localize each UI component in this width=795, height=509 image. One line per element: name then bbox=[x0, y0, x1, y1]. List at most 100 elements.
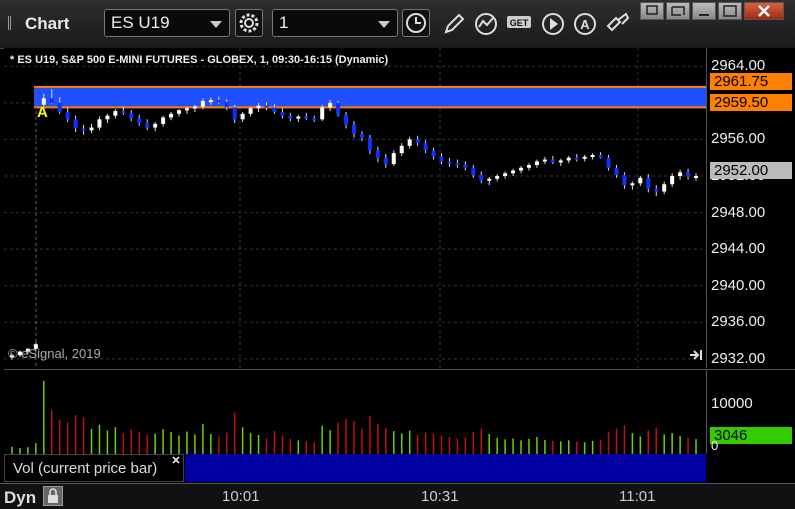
chart-title: * ES U19, S&P 500 E-MINI FUTURES - GLOBE… bbox=[10, 54, 389, 66]
candle-body bbox=[511, 170, 516, 174]
candle-body bbox=[423, 143, 428, 151]
candle-body bbox=[280, 112, 285, 116]
candle-body bbox=[598, 154, 603, 158]
candle-body bbox=[137, 118, 142, 123]
interval-value: 1 bbox=[279, 13, 289, 32]
chevron-down-icon[interactable] bbox=[210, 21, 222, 28]
candle-body bbox=[121, 111, 126, 114]
candle-body bbox=[431, 150, 436, 157]
candle-body bbox=[638, 177, 643, 184]
volume-axis[interactable]: 10000 3046 0 bbox=[706, 369, 795, 454]
candle-body bbox=[359, 133, 364, 138]
candle-body bbox=[686, 172, 691, 177]
candle-body bbox=[542, 159, 547, 162]
candle-body bbox=[447, 161, 452, 164]
drag-handle-icon[interactable] bbox=[8, 16, 21, 30]
volume-legend[interactable]: Vol (current price bar) bbox=[4, 454, 184, 482]
candle-body bbox=[606, 157, 611, 168]
candle-body bbox=[89, 127, 94, 131]
close-icon[interactable] bbox=[171, 455, 181, 465]
window-title-label: Chart bbox=[25, 14, 70, 33]
restore-button[interactable] bbox=[666, 2, 690, 20]
legend-panel bbox=[185, 454, 706, 482]
candle-body bbox=[248, 108, 253, 114]
time-button[interactable] bbox=[402, 9, 430, 37]
last-price-tag: 2952.00 bbox=[710, 162, 792, 179]
candle-body bbox=[240, 113, 245, 120]
candle-body bbox=[256, 105, 261, 109]
candle-body bbox=[232, 107, 237, 120]
settings-button[interactable] bbox=[235, 9, 263, 37]
candle-body bbox=[399, 145, 404, 154]
candle-body bbox=[646, 177, 651, 189]
candle-body bbox=[320, 107, 325, 120]
chevron-down-icon[interactable] bbox=[378, 21, 390, 28]
candle-body bbox=[526, 165, 531, 168]
price-chart-svg bbox=[4, 48, 706, 368]
lock-icon[interactable] bbox=[42, 486, 63, 506]
candle-body bbox=[503, 173, 508, 176]
symbol-selector[interactable]: ES U19 bbox=[104, 9, 230, 37]
candle-body bbox=[81, 128, 86, 131]
maximize-button[interactable] bbox=[718, 2, 742, 20]
volume-chart-svg bbox=[11, 380, 697, 454]
pin-icon bbox=[646, 5, 658, 15]
candle-body bbox=[177, 110, 182, 114]
candle-body bbox=[161, 117, 166, 124]
candle-body bbox=[694, 176, 699, 178]
candle-body bbox=[296, 116, 301, 119]
price-chart[interactable]: * ES U19, S&P 500 E-MINI FUTURES - GLOBE… bbox=[4, 48, 706, 368]
restore-icon bbox=[671, 6, 685, 16]
candle-body bbox=[550, 159, 555, 163]
candle-body bbox=[558, 160, 563, 163]
time-label: 10:31 bbox=[421, 488, 459, 505]
candle-body bbox=[654, 188, 659, 192]
mode-text: Dyn bbox=[4, 488, 37, 507]
get-data-icon[interactable]: GET bbox=[505, 10, 533, 38]
svg-text:A: A bbox=[580, 17, 590, 32]
pencil-icon[interactable] bbox=[440, 10, 468, 38]
price-axis[interactable]: 2964.002960.002956.002952.002948.002944.… bbox=[706, 48, 795, 368]
time-axis[interactable]: Dyn 10:01 10:31 11:01 bbox=[0, 483, 795, 509]
symbol-value: ES U19 bbox=[111, 13, 170, 32]
time-label: 10:01 bbox=[222, 488, 260, 505]
play-icon[interactable] bbox=[539, 10, 567, 38]
marker-label[interactable]: A bbox=[37, 104, 48, 121]
toolbar: Chart ES U19 1 GET A bbox=[0, 0, 795, 49]
price-tick-label: 2964.00 bbox=[711, 57, 766, 75]
candle-body bbox=[352, 124, 356, 134]
candle-body bbox=[344, 114, 349, 125]
candle-body bbox=[678, 172, 683, 176]
candle-body bbox=[471, 167, 476, 176]
price-tick-label: 2940.00 bbox=[711, 276, 766, 294]
candle-body bbox=[582, 156, 587, 159]
close-button[interactable] bbox=[744, 2, 784, 20]
window-title[interactable]: Chart bbox=[8, 14, 69, 34]
alert-icon[interactable]: A bbox=[571, 10, 599, 38]
candle-body bbox=[57, 102, 62, 112]
candle-body bbox=[614, 167, 619, 176]
price-tick-label: 2944.00 bbox=[711, 240, 766, 258]
study-icon[interactable] bbox=[472, 10, 500, 38]
zone-band bbox=[34, 86, 706, 108]
candle-body bbox=[208, 100, 213, 103]
candle-body bbox=[73, 119, 78, 129]
candle-body bbox=[590, 154, 595, 157]
candle-body bbox=[415, 139, 420, 144]
candle-body bbox=[288, 115, 293, 119]
candle-body bbox=[455, 163, 460, 166]
volume-chart[interactable] bbox=[4, 369, 706, 454]
candle-body bbox=[264, 105, 269, 108]
mode-label[interactable]: Dyn bbox=[4, 486, 63, 508]
candle-body bbox=[184, 108, 189, 111]
candle-body bbox=[375, 150, 380, 158]
scroll-to-end-icon[interactable] bbox=[688, 348, 704, 362]
minimize-button[interactable] bbox=[692, 2, 716, 20]
unpin-button[interactable] bbox=[640, 2, 664, 20]
zone-low-tag: 2959.50 bbox=[710, 94, 792, 111]
link-icon[interactable] bbox=[604, 10, 632, 38]
candle-body bbox=[153, 123, 158, 128]
interval-selector[interactable]: 1 bbox=[272, 9, 398, 37]
gear-icon bbox=[239, 13, 259, 33]
candle-body bbox=[574, 157, 579, 160]
